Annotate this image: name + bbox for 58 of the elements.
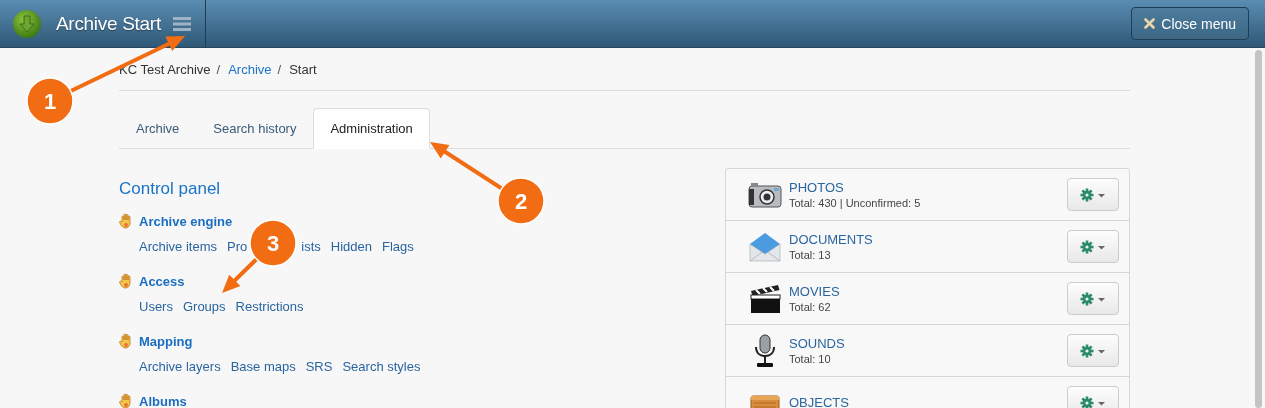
envelope-icon bbox=[748, 230, 781, 263]
crate-icon bbox=[749, 393, 780, 408]
page-title: Archive Start bbox=[56, 12, 161, 35]
section-link[interactable]: Albums bbox=[139, 393, 187, 408]
admin-link[interactable]: Flags bbox=[381, 238, 414, 254]
settings-dropdown-button[interactable] bbox=[1067, 230, 1119, 263]
collection-totals: Total: 430 | Unconfirmed: 5 bbox=[789, 197, 922, 209]
admin-link[interactable]: Base maps bbox=[230, 358, 296, 374]
collection-link[interactable]: OBJECTS bbox=[789, 395, 1067, 408]
tab[interactable]: Archive bbox=[119, 108, 197, 149]
collection-link[interactable]: SOUNDS bbox=[789, 336, 1067, 351]
tab[interactable]: Search history bbox=[196, 108, 314, 149]
admin-link[interactable]: ists bbox=[301, 238, 321, 254]
section-link[interactable]: Access bbox=[139, 273, 185, 289]
settings-icon bbox=[1080, 395, 1106, 408]
settings-icon bbox=[1080, 187, 1106, 202]
admin-link[interactable]: Groups bbox=[182, 298, 226, 314]
settings-dropdown-button[interactable] bbox=[1067, 334, 1119, 367]
settings-icon bbox=[1080, 291, 1106, 306]
close-icon bbox=[1144, 18, 1156, 29]
admin-link[interactable]: Pro bbox=[227, 238, 248, 254]
admin-link[interactable]: Archive items bbox=[139, 238, 218, 254]
settings-icon bbox=[1080, 343, 1106, 358]
collection-link[interactable]: MOVIES bbox=[789, 284, 1067, 299]
hand-icon bbox=[119, 273, 133, 289]
panel-heading: Control panel bbox=[119, 179, 222, 199]
breadcrumb-separator: / bbox=[277, 61, 282, 77]
collection-totals: Total: 62 bbox=[789, 301, 832, 313]
close-menu-button[interactable]: Close menu bbox=[1131, 7, 1249, 40]
collection-link[interactable]: DOCUMENTS bbox=[789, 232, 1067, 247]
settings-dropdown-button[interactable] bbox=[1067, 282, 1119, 315]
section-link[interactable]: Archive engine bbox=[139, 213, 233, 229]
breadcrumb-item: Start bbox=[289, 61, 317, 77]
collection-totals: Total: 13 bbox=[789, 249, 832, 261]
admin-link[interactable]: SRS bbox=[305, 358, 333, 374]
settings-dropdown-button[interactable] bbox=[1067, 178, 1119, 211]
menu-icon[interactable] bbox=[172, 15, 191, 32]
callout-number: 3 bbox=[266, 231, 280, 256]
hand-icon bbox=[119, 333, 133, 349]
admin-link[interactable]: Archive layers bbox=[139, 358, 221, 374]
scrollbar[interactable] bbox=[1255, 50, 1262, 408]
admin-link[interactable]: Search styles bbox=[342, 358, 421, 374]
breadcrumb-separator: / bbox=[216, 61, 221, 77]
clapperboard-icon bbox=[748, 282, 781, 315]
admin-link[interactable]: Hidden bbox=[330, 238, 372, 254]
callout-number: 1 bbox=[43, 89, 57, 114]
callout-number: 2 bbox=[514, 189, 528, 214]
hand-icon bbox=[119, 393, 133, 408]
hand-icon bbox=[119, 213, 133, 229]
collection-totals: Total: 10 bbox=[789, 353, 832, 365]
admin-link[interactable]: Users bbox=[139, 298, 173, 314]
tab[interactable]: Administration bbox=[313, 108, 430, 149]
collection-link[interactable]: PHOTOS bbox=[789, 180, 1067, 195]
admin-link[interactable]: Restrictions bbox=[235, 298, 304, 314]
breadcrumb-link[interactable]: Archive bbox=[228, 61, 272, 77]
section-link[interactable]: Mapping bbox=[139, 333, 193, 349]
camera-icon bbox=[747, 180, 782, 209]
settings-icon bbox=[1080, 239, 1106, 254]
